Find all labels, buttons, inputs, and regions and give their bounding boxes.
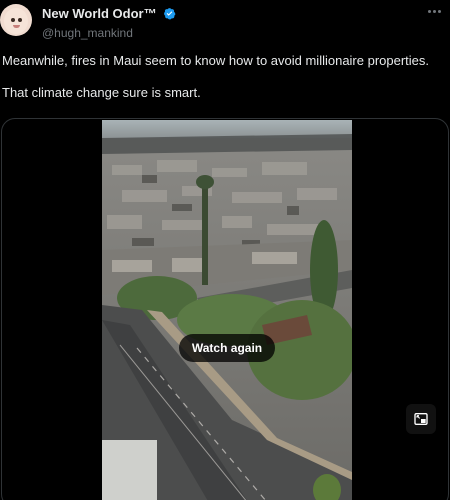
- more-options-icon[interactable]: [424, 4, 444, 18]
- video-player[interactable]: Watch again: [1, 118, 449, 500]
- video-frame: [102, 120, 352, 500]
- picture-in-picture-icon[interactable]: [406, 404, 436, 434]
- user-block: New World Odor™ @hugh_mankind: [42, 5, 176, 40]
- user-handle[interactable]: @hugh_mankind: [42, 26, 176, 40]
- avatar-eye-left: [11, 18, 15, 22]
- display-name[interactable]: New World Odor™: [42, 6, 157, 21]
- tweet-line: That climate change sure is smart.: [2, 85, 201, 100]
- avatar[interactable]: [0, 4, 32, 36]
- avatar-eye-right: [18, 18, 22, 22]
- tweet-line: Meanwhile, fires in Maui seem to know ho…: [2, 53, 430, 68]
- more-dot: [437, 9, 441, 13]
- more-dot: [432, 9, 436, 13]
- verified-badge-icon: [164, 8, 176, 20]
- watch-again-button[interactable]: Watch again: [179, 334, 275, 362]
- avatar-face: [4, 8, 28, 34]
- more-dot: [427, 9, 431, 13]
- picture-in-picture-glyph: [414, 413, 428, 425]
- tweet-text: Meanwhile, fires in Maui seem to know ho…: [2, 53, 448, 117]
